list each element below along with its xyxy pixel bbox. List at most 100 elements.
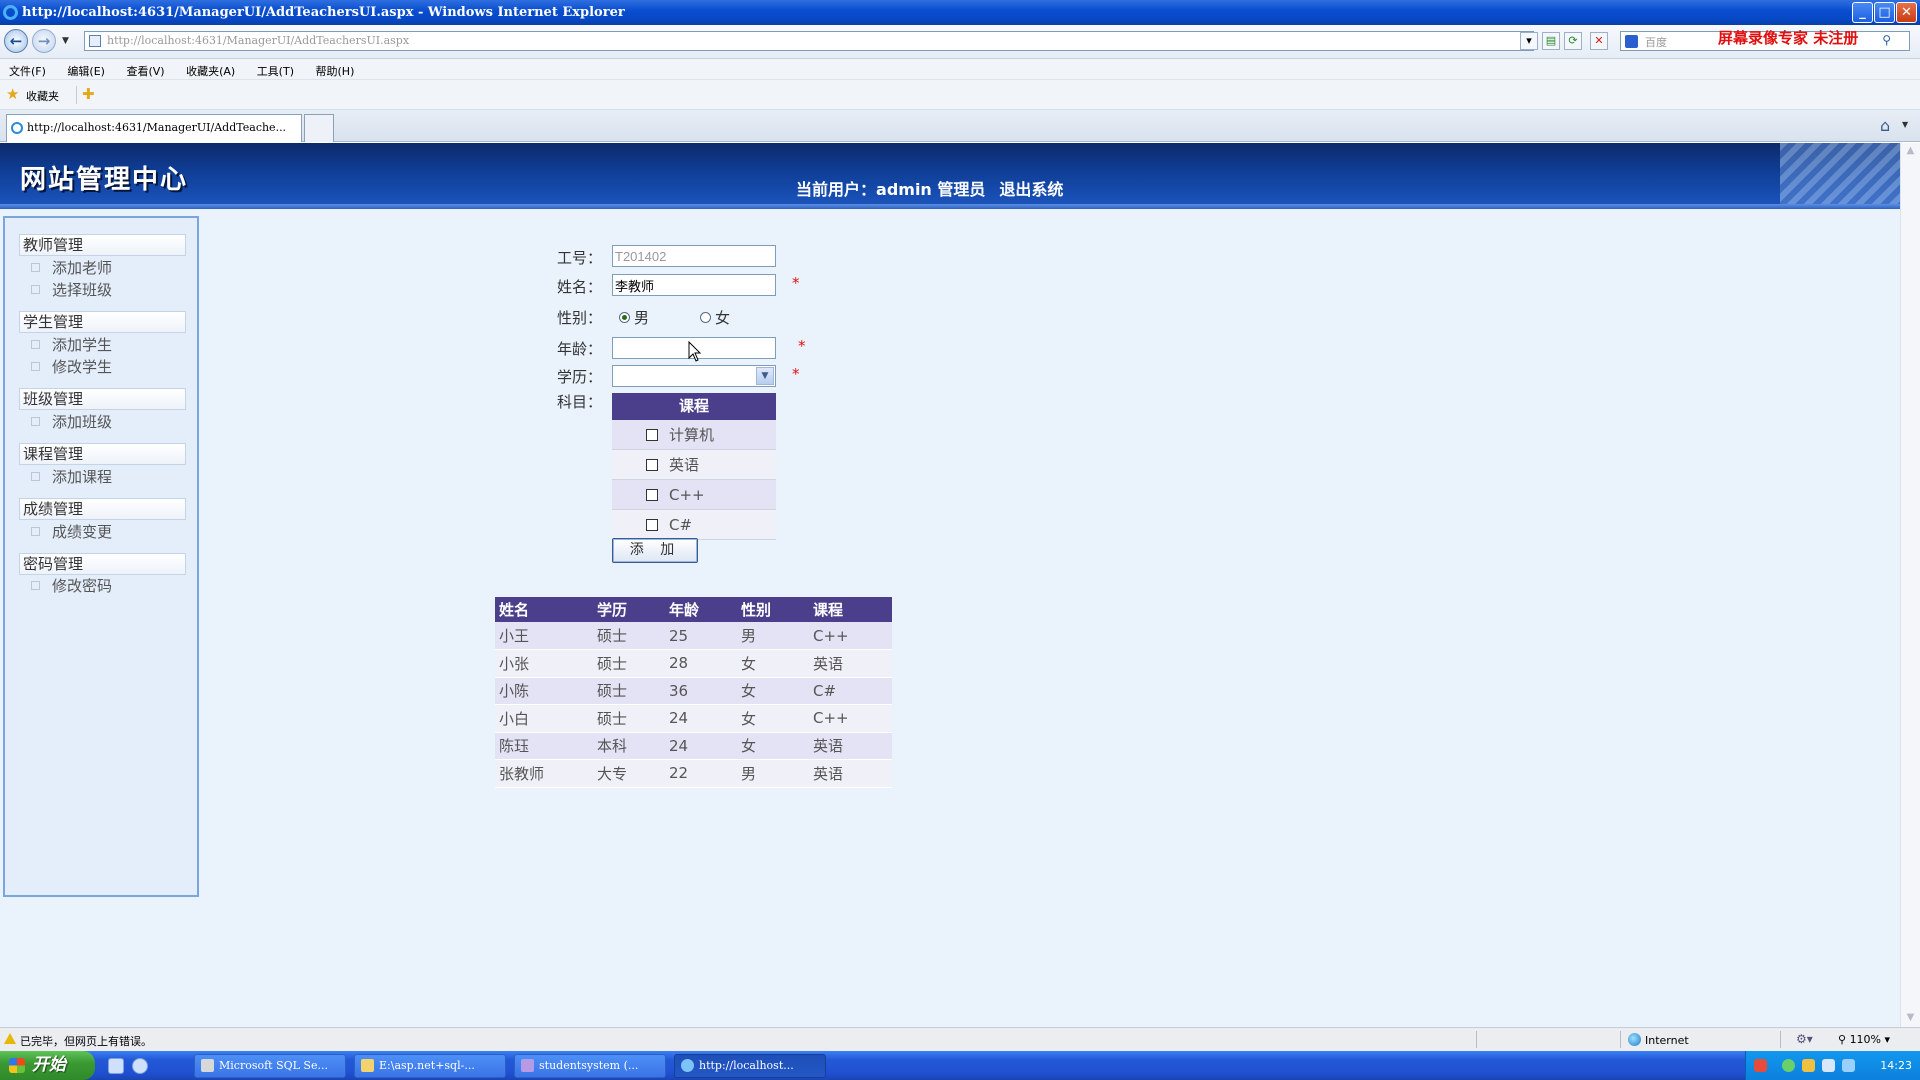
sidebar-item-add-student[interactable]: 添加学生	[31, 334, 112, 355]
label-name: 姓名：	[557, 278, 603, 296]
stop-icon[interactable]: ✕	[1590, 32, 1608, 50]
home-dropdown-icon[interactable]: ▼	[1902, 120, 1908, 129]
teacher-id-input[interactable]	[612, 245, 776, 267]
task-ie-active[interactable]: http://localhost...	[674, 1054, 826, 1078]
sidebar-category-class[interactable]: 班级管理	[19, 388, 186, 410]
menu-edit[interactable]: 编辑(E)	[58, 59, 114, 79]
menu-view[interactable]: 查看(V)	[117, 59, 173, 79]
tab-current[interactable]: http://localhost:4631/ManagerUI/AddTeach…	[6, 114, 302, 142]
favorites-star-icon[interactable]: ★	[6, 85, 19, 103]
bullet-icon	[31, 285, 40, 294]
cell-name: 小王	[495, 622, 593, 650]
bullet-icon	[31, 340, 40, 349]
checkbox-icon[interactable]	[646, 429, 658, 441]
task-sql-server[interactable]: Microsoft SQL Se...	[194, 1054, 346, 1078]
add-teacher-button[interactable]: 添 加	[612, 538, 698, 563]
sql-server-icon	[201, 1059, 214, 1072]
address-bar: ← → ▼ http://localhost:4631/ManagerUI/Ad…	[0, 25, 1920, 59]
url-dropdown-icon[interactable]: ▾	[1520, 32, 1538, 50]
course-option-english[interactable]: 英语	[612, 450, 776, 480]
gender-female-radio[interactable]: 女	[700, 307, 730, 328]
zoom-value: 110%	[1849, 1033, 1882, 1046]
back-button[interactable]: ←	[4, 29, 28, 53]
label-id: 工号：	[557, 249, 603, 267]
sidebar-category-teacher[interactable]: 教师管理	[19, 234, 186, 256]
bullet-icon	[31, 527, 40, 536]
course-label: C#	[669, 516, 693, 534]
recorder-tray-icon[interactable]	[1754, 1059, 1767, 1072]
add-favorite-icon[interactable]: ✚	[82, 85, 95, 103]
cell-course: 英语	[809, 759, 892, 788]
sidebar-category-password[interactable]: 密码管理	[19, 553, 186, 575]
course-option-cpp[interactable]: C++	[612, 480, 776, 510]
course-option-computer[interactable]: 计算机	[612, 420, 776, 450]
scroll-up-icon[interactable]: ▲	[1904, 145, 1917, 158]
gender-male-radio[interactable]: 男	[619, 307, 649, 328]
display-tray-icon[interactable]	[1842, 1059, 1855, 1072]
menu-help[interactable]: 帮助(H)	[307, 59, 364, 79]
zoom-level[interactable]: ⚲ 110% ▾	[1838, 1033, 1890, 1046]
menu-tools[interactable]: 工具(T)	[248, 59, 303, 79]
history-dropdown-icon[interactable]: ▼	[62, 36, 69, 46]
start-button[interactable]: 开始	[0, 1051, 95, 1080]
sidebar-item-label: 添加课程	[52, 468, 113, 486]
education-select[interactable]: ▼	[612, 365, 776, 387]
quicklaunch-ie-icon[interactable]	[132, 1058, 148, 1074]
favorites-label[interactable]: 收藏夹	[26, 88, 59, 104]
sidebar-item-add-course[interactable]: 添加课程	[31, 466, 112, 487]
scroll-down-icon[interactable]: ▼	[1904, 1012, 1917, 1025]
col-name: 姓名	[495, 597, 593, 622]
col-gender: 性别	[737, 597, 809, 622]
task-explorer-folder[interactable]: E:\asp.net+sql-...	[354, 1054, 506, 1078]
zone-label: Internet	[1645, 1034, 1689, 1047]
new-tab-button[interactable]	[304, 114, 334, 142]
sidebar-item-add-class[interactable]: 添加班级	[31, 411, 112, 432]
col-education: 学历	[593, 597, 665, 622]
compat-view-icon[interactable]: ▤	[1542, 32, 1560, 50]
sidebar-item-edit-student[interactable]: 修改学生	[31, 356, 112, 377]
sidebar-category-score[interactable]: 成绩管理	[19, 498, 186, 520]
sidebar-category-student[interactable]: 学生管理	[19, 311, 186, 333]
home-icon[interactable]: ⌂	[1880, 116, 1890, 135]
checkbox-icon[interactable]	[646, 519, 658, 531]
sidebar-item-label: 修改学生	[52, 358, 113, 376]
minimize-button[interactable]: _	[1852, 2, 1873, 23]
network-tray-icon[interactable]	[1782, 1059, 1795, 1072]
chevron-down-icon[interactable]: ▼	[756, 367, 774, 385]
menu-favorites[interactable]: 收藏夹(A)	[177, 59, 244, 79]
vertical-scrollbar[interactable]: ▲ ▼	[1900, 143, 1920, 1027]
course-list: 计算机 英语 C++ C#	[612, 420, 776, 540]
teacher-name-input[interactable]	[612, 274, 776, 296]
search-placeholder: 百度	[1645, 36, 1667, 49]
refresh-icon[interactable]: ⟳	[1564, 32, 1582, 50]
close-window-button[interactable]: ✕	[1896, 2, 1917, 23]
sidebar-item-change-score[interactable]: 成绩变更	[31, 521, 112, 542]
volume-tray-icon[interactable]	[1822, 1059, 1835, 1072]
forward-button[interactable]: →	[32, 29, 56, 53]
quicklaunch-desktop-icon[interactable]	[108, 1058, 124, 1074]
sidebar-item-select-class[interactable]: 选择班级	[31, 279, 112, 300]
url-input[interactable]: http://localhost:4631/ManagerUI/AddTeach…	[84, 31, 1534, 51]
menu-file[interactable]: 文件(F)	[0, 59, 55, 79]
url-text: http://localhost:4631/ManagerUI/AddTeach…	[107, 34, 410, 47]
search-icon[interactable]: ⚲	[1882, 33, 1891, 47]
bullet-icon	[31, 362, 40, 371]
cell-name: 小白	[495, 704, 593, 733]
sidebar-item-change-password[interactable]: 修改密码	[31, 575, 112, 596]
sidebar-item-add-teacher[interactable]: 添加老师	[31, 257, 112, 278]
cell-education: 硕士	[593, 677, 665, 705]
logout-link[interactable]: 退出系统	[999, 180, 1063, 199]
protected-mode-icon[interactable]: ⚙▾	[1796, 1032, 1813, 1046]
favorites-bar: ★ 收藏夹 ✚	[0, 80, 1920, 110]
sidebar-category-course[interactable]: 课程管理	[19, 443, 186, 465]
divider	[1780, 1031, 1781, 1048]
maximize-button[interactable]: □	[1874, 2, 1895, 23]
task-visual-studio[interactable]: studentsystem (...	[514, 1054, 666, 1078]
course-option-csharp[interactable]: C#	[612, 510, 776, 540]
security-tray-icon[interactable]	[1802, 1059, 1815, 1072]
window-title: http://localhost:4631/ManagerUI/AddTeach…	[22, 5, 625, 20]
checkbox-icon[interactable]	[646, 459, 658, 471]
warning-icon[interactable]	[4, 1033, 16, 1044]
checkbox-icon[interactable]	[646, 489, 658, 501]
course-checklist: 课程 计算机 英语 C++ C#	[612, 393, 776, 540]
